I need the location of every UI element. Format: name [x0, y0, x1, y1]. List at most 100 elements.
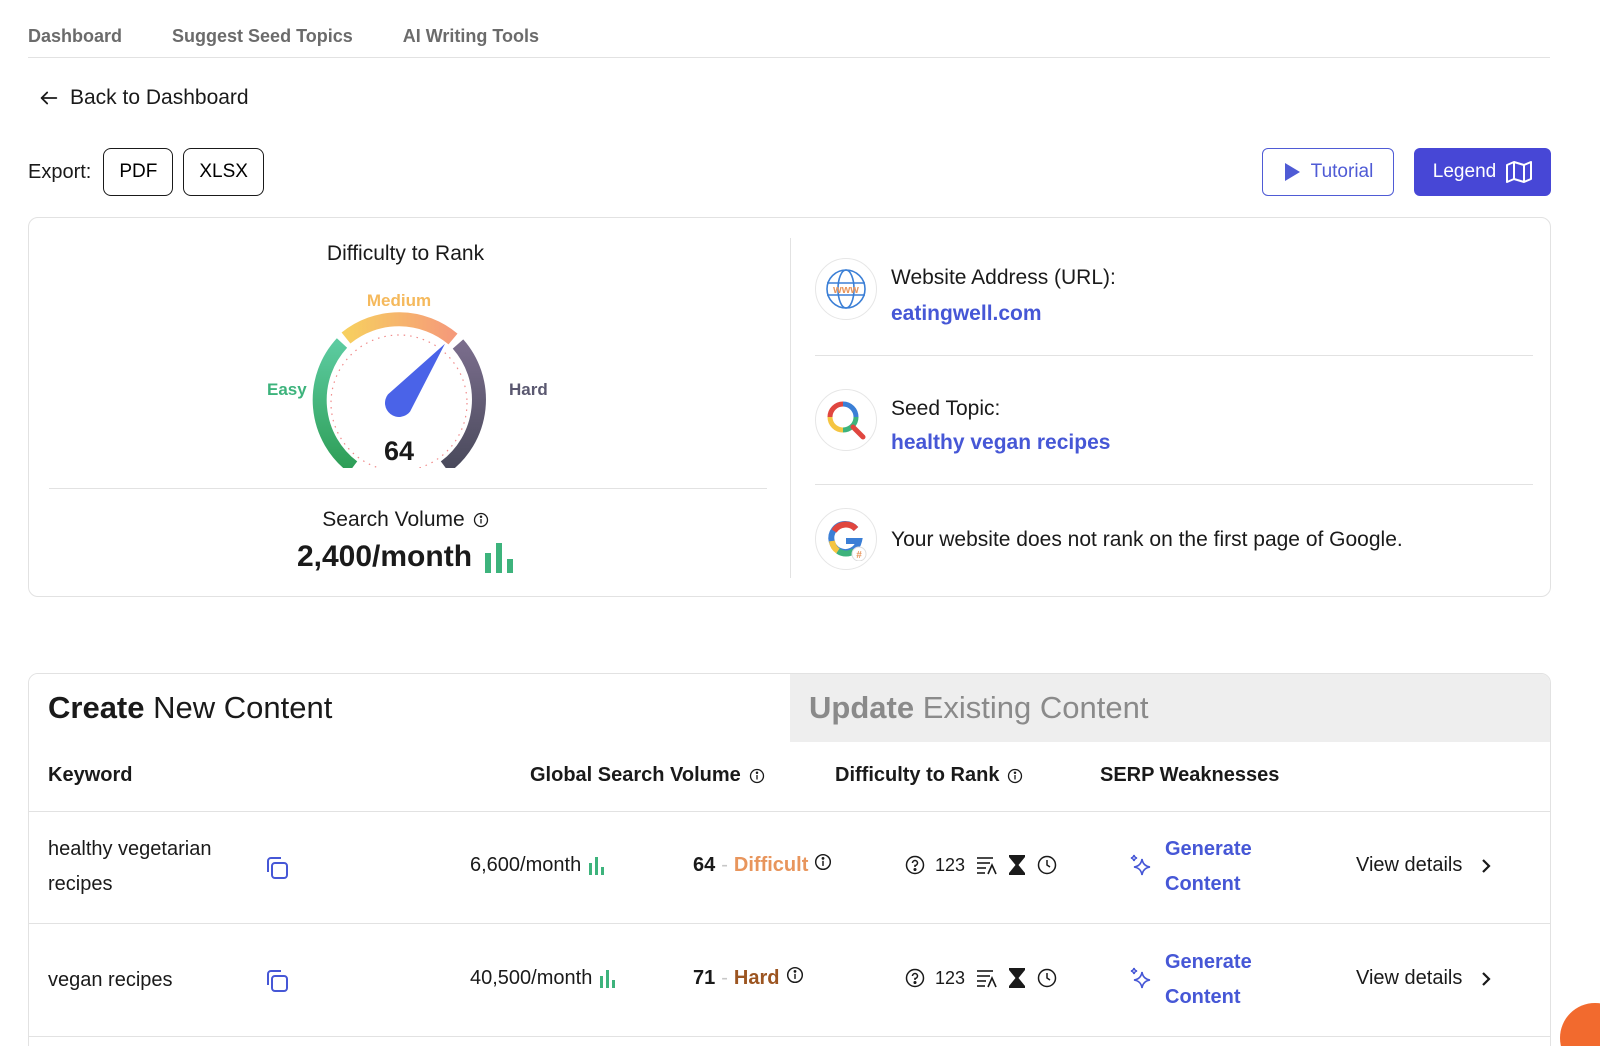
back-label: Back to Dashboard: [70, 86, 249, 109]
summary-card: Difficulty to Rank Easy Medium Hard 64 S…: [28, 217, 1551, 597]
hourglass-icon[interactable]: [1007, 854, 1027, 876]
generate-content-button[interactable]: Generate Content: [1129, 945, 1275, 1015]
difficulty-dash: -: [721, 967, 728, 989]
tab-create-bold: Create: [48, 690, 145, 725]
clock-icon[interactable]: [1037, 855, 1057, 875]
globe-www-icon: www: [815, 258, 877, 320]
back-to-dashboard-link[interactable]: Back to Dashboard: [38, 86, 249, 110]
sparkle-icon: [1130, 967, 1151, 989]
gauge-value: 64: [384, 436, 414, 466]
volume-value: 6,600/month: [470, 854, 582, 876]
difficulty-label: Hard: [733, 967, 780, 989]
summary-divider: [790, 238, 791, 578]
top-nav: Dashboard Suggest Seed Topics AI Writing…: [28, 18, 1550, 58]
bar-chart-icon: [600, 969, 616, 988]
tab-update-bold: Update: [809, 690, 915, 725]
gauge-label-medium: Medium: [367, 291, 431, 310]
clock-icon[interactable]: [1037, 968, 1057, 988]
header-volume: Global Search Volume: [530, 764, 765, 787]
difficulty-gauge: Easy Medium Hard 64: [267, 291, 548, 468]
serp-weaknesses-cell: 123: [905, 854, 1057, 876]
generate-content-label: Generate Content: [1165, 838, 1252, 895]
difficulty-dash: -: [721, 854, 728, 876]
arrow-left-icon: [40, 91, 58, 105]
play-icon: [1284, 163, 1300, 181]
info-separator: [815, 484, 1533, 485]
bar-chart-icon: [589, 856, 605, 875]
gauge-arc-hard: [440, 339, 486, 468]
export-label: Export:: [28, 160, 92, 183]
seed-topic-link[interactable]: healthy vegan recipes: [891, 431, 1110, 455]
copy-icon[interactable]: [263, 967, 291, 995]
svg-text:www: www: [832, 284, 859, 296]
search-volume-label: Search Volume: [322, 508, 465, 531]
difficulty-cell: 71 - Hard: [693, 966, 804, 990]
bar-chart-icon: [485, 543, 514, 573]
search-volume-value-row: 2,400/month: [29, 540, 782, 574]
magnifier-icon: [815, 389, 877, 451]
chat-widget-button[interactable]: [1560, 1003, 1600, 1046]
tutorial-button[interactable]: Tutorial: [1262, 148, 1394, 196]
info-icon[interactable]: [786, 966, 804, 984]
gauge-arc-medium: [341, 312, 458, 345]
export-xlsx-button[interactable]: XLSX: [183, 148, 264, 196]
svg-text:#: #: [856, 550, 862, 561]
nav-dashboard[interactable]: Dashboard: [28, 18, 122, 57]
google-hash-icon: #: [815, 508, 877, 570]
info-icon[interactable]: [473, 512, 489, 528]
content-card: Create New Content Update Existing Conte…: [28, 673, 1551, 1046]
volume-value: 40,500/month: [470, 967, 593, 989]
question-circle-icon[interactable]: [905, 968, 925, 988]
table-row: healthy vegetarian recipes 6,600/month 6…: [29, 812, 1550, 924]
info-separator: [815, 355, 1533, 356]
website-link[interactable]: eatingwell.com: [891, 302, 1042, 326]
header-keyword-label: Keyword: [48, 764, 133, 786]
header-serp: SERP Weaknesses: [1100, 764, 1279, 787]
nav-ai-writing-tools[interactable]: AI Writing Tools: [403, 18, 539, 57]
search-volume-label-row: Search Volume: [29, 508, 782, 532]
view-details-link[interactable]: View details: [1356, 967, 1492, 990]
header-serp-label: SERP Weaknesses: [1100, 764, 1280, 786]
gauge-needle: [385, 343, 445, 417]
tab-update-rest: Existing Content: [922, 690, 1149, 725]
book-map-icon: [1506, 161, 1533, 183]
nav-suggest-seed-topics[interactable]: Suggest Seed Topics: [172, 18, 353, 57]
generate-content-label: Generate Content: [1165, 951, 1252, 1008]
difficulty-cell: 64 - Difficult: [693, 853, 832, 877]
info-icon[interactable]: [1007, 768, 1023, 784]
keyword-cell: healthy vegetarian recipes: [48, 838, 212, 895]
text-format-icon[interactable]: [975, 967, 997, 989]
legend-label: Legend: [1432, 161, 1497, 182]
chevron-right-icon: [1482, 858, 1491, 873]
difficulty-number: 71: [693, 967, 716, 989]
view-details-label: View details: [1356, 854, 1463, 876]
tab-create-rest: New Content: [153, 690, 333, 725]
view-details-label: View details: [1356, 967, 1463, 989]
copy-icon[interactable]: [263, 854, 291, 882]
tab-update-existing-content[interactable]: Update Existing Content: [790, 674, 1550, 742]
header-keyword: Keyword: [48, 764, 132, 787]
difficulty-number: 64: [693, 854, 716, 876]
view-details-link[interactable]: View details: [1356, 854, 1492, 877]
difficulty-label: Difficult: [733, 854, 809, 876]
header-volume-label: Global Search Volume: [530, 764, 741, 786]
info-icon[interactable]: [814, 853, 832, 871]
export-row: Export: PDF XLSX: [28, 148, 264, 196]
google-rank-note: Your website does not rank on the first …: [891, 528, 1403, 551]
difficulty-title: Difficulty to Rank: [326, 242, 485, 265]
header-difficulty: Difficulty to Rank: [835, 764, 1023, 787]
text-format-icon[interactable]: [975, 854, 997, 876]
serp-count: 123: [935, 854, 966, 875]
export-pdf-button[interactable]: PDF: [103, 148, 174, 196]
info-icon[interactable]: [749, 768, 765, 784]
volume-cell: 40,500/month: [470, 967, 616, 990]
search-volume-value: 2,400/month: [296, 540, 473, 573]
question-circle-icon[interactable]: [905, 855, 925, 875]
legend-button[interactable]: Legend: [1414, 148, 1551, 196]
hourglass-icon[interactable]: [1007, 967, 1027, 989]
generate-content-button[interactable]: Generate Content: [1129, 832, 1275, 902]
gauge-label-easy: Easy: [267, 380, 307, 399]
tab-create-new-content[interactable]: Create New Content: [29, 674, 790, 742]
seed-topic-label: Seed Topic:: [891, 397, 1001, 420]
keyword-cell: vegan recipes: [48, 969, 173, 991]
